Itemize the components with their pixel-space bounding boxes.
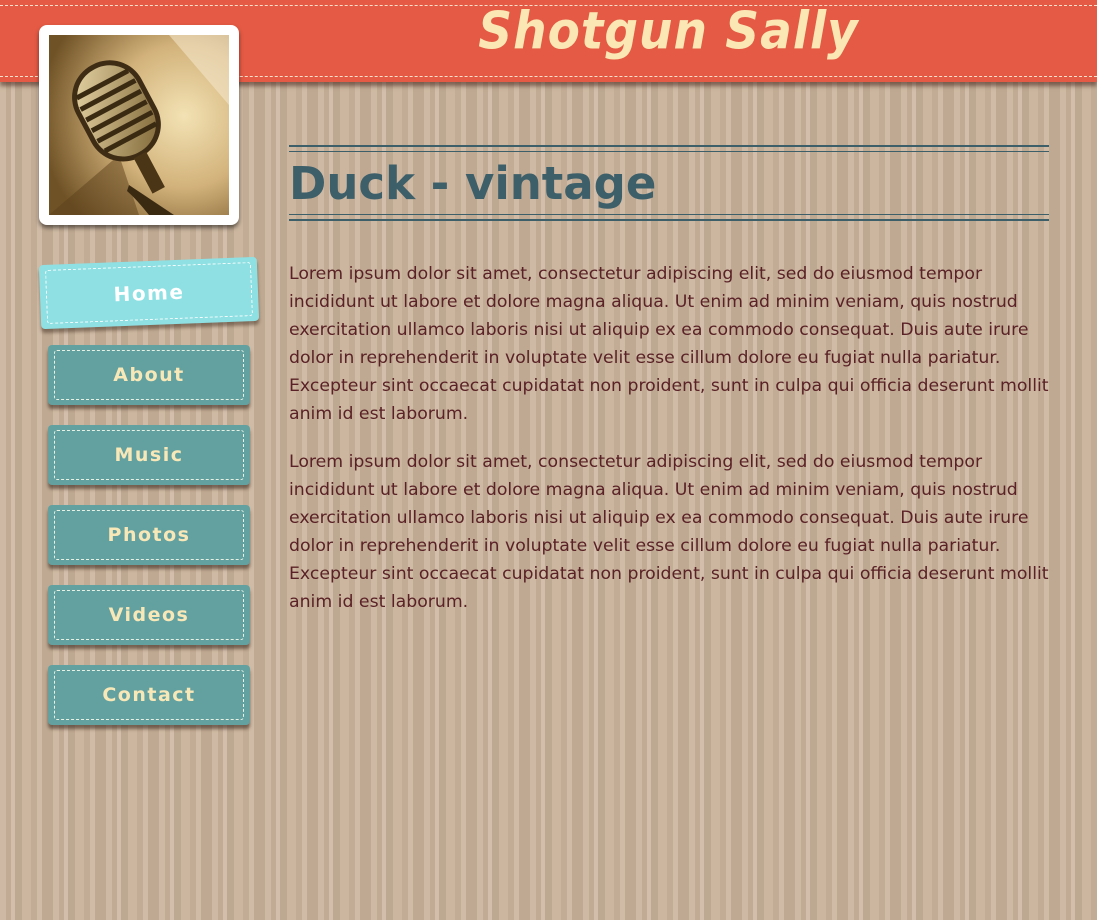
nav-item-label: Home xyxy=(113,279,185,307)
nav-item-label: Photos xyxy=(107,524,191,546)
avatar xyxy=(39,25,239,225)
nav-item-home[interactable]: Home xyxy=(38,256,260,330)
nav-item-videos[interactable]: Videos xyxy=(48,585,250,645)
main-content: Lorem ipsum dolor sit amet, consectetur … xyxy=(289,260,1054,636)
nav-item-photos[interactable]: Photos xyxy=(48,505,250,565)
nav-item-label: Contact xyxy=(102,684,196,706)
nav-item-about[interactable]: About xyxy=(48,345,250,405)
page-title: Duck - vintage xyxy=(289,157,657,210)
site-title[interactable]: Shotgun Sally xyxy=(240,1,1097,62)
nav-item-music[interactable]: Music xyxy=(48,425,250,485)
nav-item-label: Music xyxy=(114,444,184,466)
microphone-photo-icon xyxy=(49,35,229,215)
nav-item-contact[interactable]: Contact xyxy=(48,665,250,725)
page-heading: Duck - vintage xyxy=(289,145,1049,221)
nav-item-label: About xyxy=(113,364,185,386)
body-paragraph: Lorem ipsum dolor sit amet, consectetur … xyxy=(289,264,1049,424)
heading-rule-bottom xyxy=(289,219,1049,221)
body-paragraph: Lorem ipsum dolor sit amet, consectetur … xyxy=(289,452,1049,612)
nav-item-label: Videos xyxy=(108,604,190,626)
